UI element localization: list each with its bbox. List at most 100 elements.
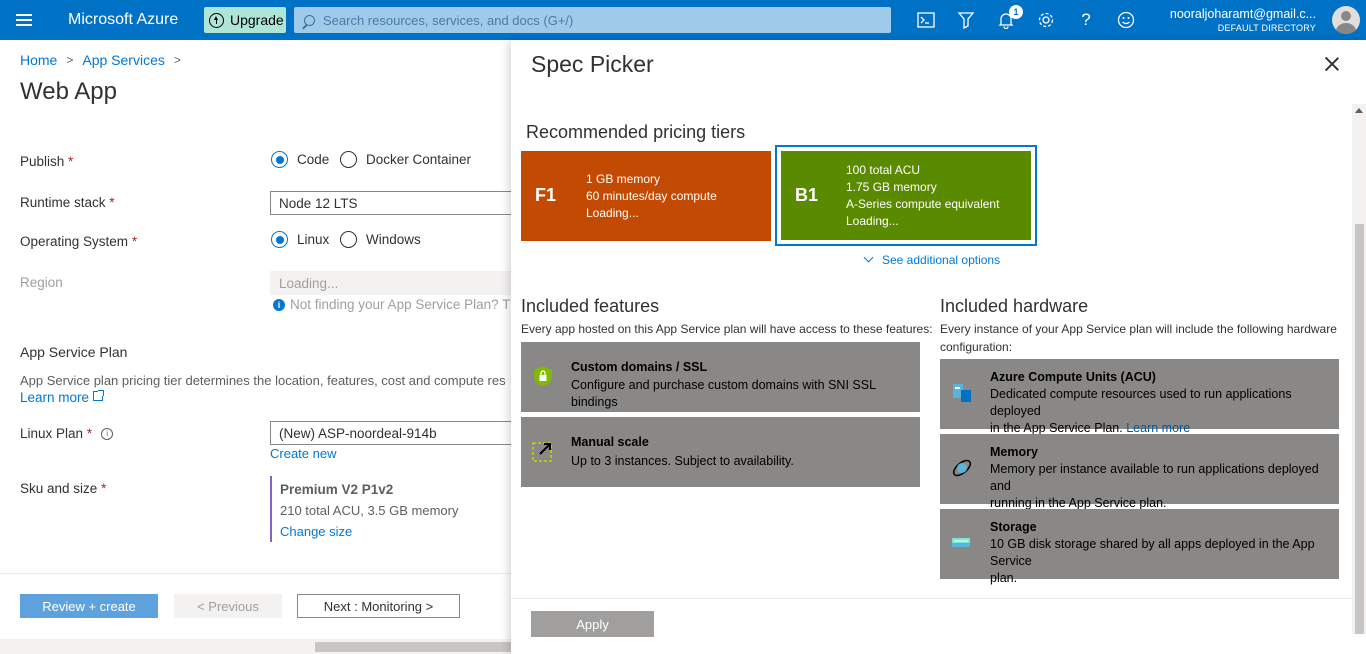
region-select[interactable]: Loading... (270, 271, 511, 295)
runtime-stack-label: Runtime stack * (20, 195, 115, 210)
upgrade-label: Upgrade (230, 12, 284, 28)
panel-title: Spec Picker (531, 51, 654, 77)
see-additional-options-link[interactable]: See additional options (863, 252, 1000, 267)
sku-size-label: Sku and size * (20, 481, 107, 496)
tier-detail: Loading... (846, 214, 899, 228)
web-app-create-page: Home > App Services > Web App Publish * … (0, 40, 511, 654)
tier-card-f1[interactable]: F1 1 GB memory 60 minutes/day compute Lo… (521, 151, 771, 241)
page-title: Web App (20, 78, 117, 105)
gear-icon[interactable] (1034, 8, 1058, 32)
next-monitoring-button[interactable]: Next : Monitoring > (297, 594, 460, 618)
scroll-up-arrow-icon[interactable] (1355, 108, 1363, 113)
tier-code: F1 (535, 185, 557, 205)
os-linux-radio[interactable]: Linux (271, 231, 329, 248)
feature-description: Configure and purchase custom domains wi… (571, 378, 876, 409)
cloud-shell-icon[interactable] (914, 8, 938, 32)
tier-detail: Loading... (586, 206, 639, 220)
directory-filter-icon[interactable] (954, 8, 978, 32)
account-menu[interactable]: nooraljoharamt@gmail.c... DEFAULT DIRECT… (1170, 7, 1316, 33)
hardware-card-memory: Memory Memory per instance available to … (940, 434, 1339, 510)
included-hardware-subtitle: Every instance of your App Service plan … (940, 322, 1337, 354)
app-service-plan-heading: App Service Plan (20, 344, 128, 360)
publish-code-radio[interactable]: Code (271, 151, 329, 168)
info-icon[interactable]: i (101, 428, 114, 441)
recommended-tiers-heading: Recommended pricing tiers (526, 122, 746, 142)
linux-plan-label: Linux Plan * i (20, 426, 114, 441)
publish-label: Publish * (20, 154, 74, 169)
tier-card-b1-selected[interactable]: B1 100 total ACU 1.75 GB memory A-Series… (775, 145, 1037, 246)
search-box[interactable] (294, 7, 891, 33)
hardware-description: 10 GB disk storage shared by all apps de… (990, 537, 1315, 585)
memory-icon (952, 459, 972, 477)
included-features-subtitle: Every app hosted on this App Service pla… (521, 322, 933, 336)
scale-arrow-icon (532, 442, 552, 462)
change-size-link[interactable]: Change size (280, 524, 458, 539)
horizontal-scrollbar[interactable] (0, 639, 511, 654)
learn-more-link[interactable]: Learn more (20, 389, 105, 405)
close-icon[interactable] (1324, 56, 1340, 72)
storage-icon (952, 538, 970, 547)
publish-docker-radio[interactable]: Docker Container (340, 151, 471, 168)
spec-picker-panel: Spec Picker Recommended pricing tiers F1… (511, 40, 1366, 654)
account-email: nooraljoharamt@gmail.c... (1169, 7, 1316, 21)
sku-summary: Premium V2 P1v2 210 total ACU, 3.5 GB me… (270, 476, 458, 542)
runtime-stack-select[interactable]: Node 12 LTS (270, 191, 511, 215)
chevron-down-icon (863, 252, 874, 262)
upgrade-button[interactable]: Upgrade (204, 7, 286, 33)
tier-detail: 60 minutes/day compute (586, 189, 717, 203)
linux-plan-select[interactable]: (New) ASP-noordeal-914b (270, 421, 511, 445)
search-icon (304, 14, 315, 26)
scrollbar-thumb[interactable] (315, 642, 511, 652)
review-create-button[interactable]: Review + create (20, 594, 158, 618)
tier-detail: 1.75 GB memory (846, 180, 937, 194)
compute-icon (953, 384, 971, 402)
notification-count-badge: 1 (1009, 5, 1023, 19)
region-hint: i Not finding your App Service Plan? T (273, 297, 510, 312)
breadcrumb-app-services[interactable]: App Services (82, 52, 164, 68)
region-label: Region (20, 275, 63, 290)
feedback-smiley-icon[interactable] (1114, 8, 1138, 32)
hardware-card-storage: Storage 10 GB disk storage shared by all… (940, 509, 1339, 585)
os-windows-radio[interactable]: Windows (340, 231, 421, 248)
hardware-description: Dedicated compute resources used to run … (990, 387, 1292, 435)
feature-title: Custom domains / SSL (571, 360, 708, 374)
create-new-link[interactable]: Create new (270, 446, 336, 461)
help-icon[interactable]: ? (1074, 8, 1098, 32)
feature-title: Manual scale (571, 435, 649, 449)
hardware-description: Memory per instance available to run app… (990, 462, 1319, 510)
bell-icon[interactable]: 1 (994, 5, 1023, 32)
search-input[interactable] (323, 12, 843, 28)
acu-learn-more-link[interactable]: Learn more (1126, 421, 1190, 435)
feature-card-custom-domains: Custom domains / SSL Configure and purch… (521, 342, 920, 412)
hardware-card-acu: Azure Compute Units (ACU) Dedicated comp… (940, 359, 1339, 435)
breadcrumb: Home > App Services > (20, 52, 190, 68)
app-service-plan-description: App Service plan pricing tier determines… (20, 373, 506, 388)
brand-title[interactable]: Microsoft Azure (68, 11, 204, 29)
chevron-right-icon: > (173, 53, 181, 67)
upgrade-arrow-icon (209, 12, 224, 28)
hardware-title: Azure Compute Units (ACU) (990, 370, 1156, 384)
tier-detail: 100 total ACU (846, 163, 921, 177)
included-features-heading: Included features (521, 296, 660, 316)
account-directory: DEFAULT DIRECTORY (1217, 23, 1316, 33)
sku-title: Premium V2 P1v2 (280, 482, 394, 497)
breadcrumb-home[interactable]: Home (20, 52, 57, 68)
tier-detail: A-Series compute equivalent (846, 197, 1000, 211)
top-bar: Microsoft Azure Upgrade 1 ? nooraljohara… (0, 0, 1366, 40)
hamburger-menu-icon[interactable] (0, 0, 48, 40)
operating-system-label: Operating System * (20, 234, 138, 249)
scrollbar-thumb[interactable] (1355, 224, 1364, 634)
previous-button[interactable]: < Previous (174, 594, 282, 618)
hardware-title: Storage (990, 520, 1037, 534)
panel-footer: Apply (511, 598, 1352, 654)
tier-card-b1[interactable]: B1 100 total ACU 1.75 GB memory A-Series… (781, 151, 1031, 240)
external-link-icon (93, 389, 105, 401)
tier-detail: 1 GB memory (586, 172, 661, 186)
vertical-scrollbar[interactable] (1352, 104, 1366, 634)
shield-lock-icon (534, 366, 552, 386)
apply-button[interactable]: Apply (531, 611, 654, 637)
hardware-title: Memory (990, 445, 1038, 459)
avatar[interactable] (1332, 6, 1360, 34)
info-icon: i (273, 298, 285, 311)
sku-description: 210 total ACU, 3.5 GB memory (280, 503, 459, 518)
